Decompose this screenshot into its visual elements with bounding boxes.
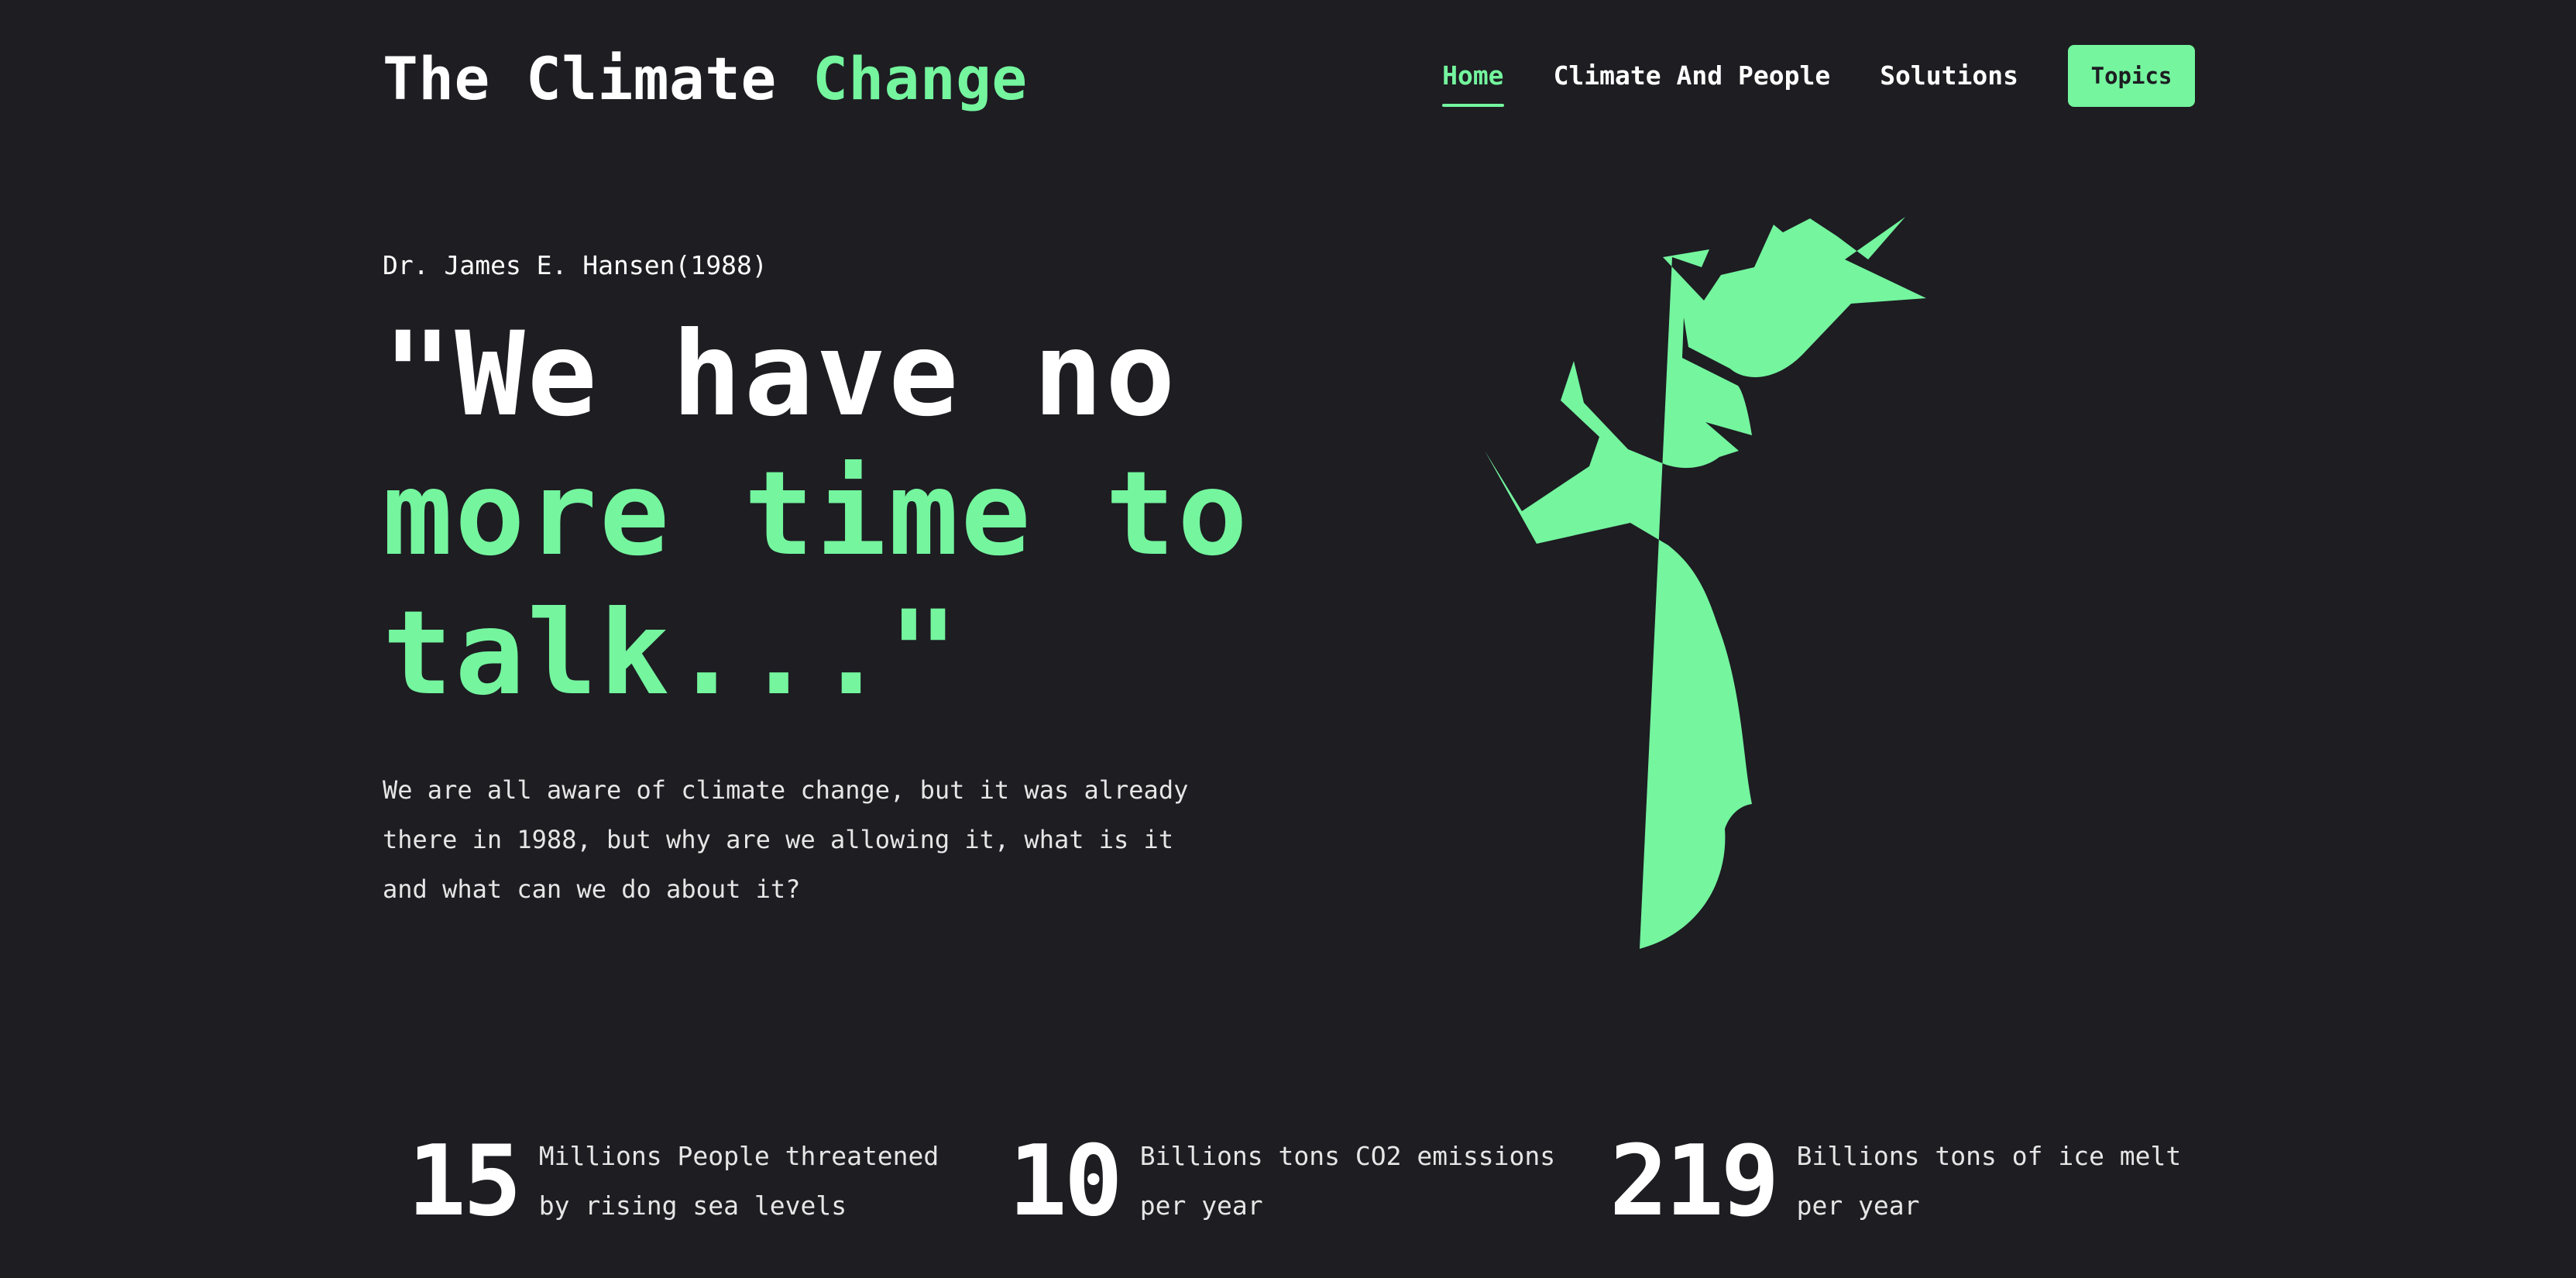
stat-number: 219 — [1609, 1124, 1780, 1238]
quote-author: Dr. James E. Hansen(1988) — [383, 250, 768, 280]
stat-label: Billions tons CO2 emissions per year — [1140, 1132, 1555, 1231]
quote-line-highlight: more time to — [383, 447, 1250, 582]
stat-label-line: by rising sea levels — [538, 1190, 847, 1221]
stat-co2-emissions: 10 Billions tons CO2 emissions per year — [1008, 1115, 1555, 1247]
stat-number: 15 — [407, 1124, 522, 1238]
hero-quote: "We have no more time to talk..." — [383, 305, 1358, 723]
stat-ice-melt: 219 Billions tons of ice melt per year — [1609, 1115, 2181, 1247]
quote-line-highlight: talk..." — [383, 586, 961, 721]
logo-accent-text: Change — [812, 44, 1028, 113]
tree-icon — [1442, 217, 2124, 953]
topics-button[interactable]: Topics — [2068, 45, 2195, 107]
stats-section: 15 Millions People threatened by rising … — [383, 1115, 2195, 1247]
quote-line: "We have no — [383, 307, 1178, 442]
stat-label: Millions People threatened by rising sea… — [539, 1132, 939, 1231]
site-header: The Climate Change Home Climate And Peop… — [383, 36, 2195, 152]
hero-section: Dr. James E. Hansen(1988) "We have no mo… — [383, 246, 1358, 914]
stat-label-line: per year — [1139, 1190, 1263, 1221]
nav-item-solutions[interactable]: Solutions — [1880, 45, 2018, 107]
stat-number: 10 — [1008, 1124, 1123, 1238]
hero-description: We are all aware of climate change, but … — [383, 775, 1189, 904]
logo-text: The Climate — [383, 44, 777, 113]
site-logo[interactable]: The Climate Change — [383, 40, 1028, 118]
stat-sea-levels: 15 Millions People threatened by rising … — [407, 1115, 939, 1247]
stat-label-line: Millions People threatened — [538, 1141, 939, 1171]
stat-label-line: Billions tons of ice melt — [1796, 1141, 2182, 1171]
stat-label-line: Billions tons CO2 emissions — [1139, 1141, 1556, 1171]
nav-item-climate-and-people[interactable]: Climate And People — [1554, 45, 1831, 107]
stat-label: Billions tons of ice melt per year — [1797, 1132, 2182, 1231]
stat-label-line: per year — [1796, 1190, 1920, 1221]
nav-item-home[interactable]: Home — [1442, 45, 1505, 107]
main-nav: Home Climate And People Solutions Topics — [1442, 45, 2195, 107]
